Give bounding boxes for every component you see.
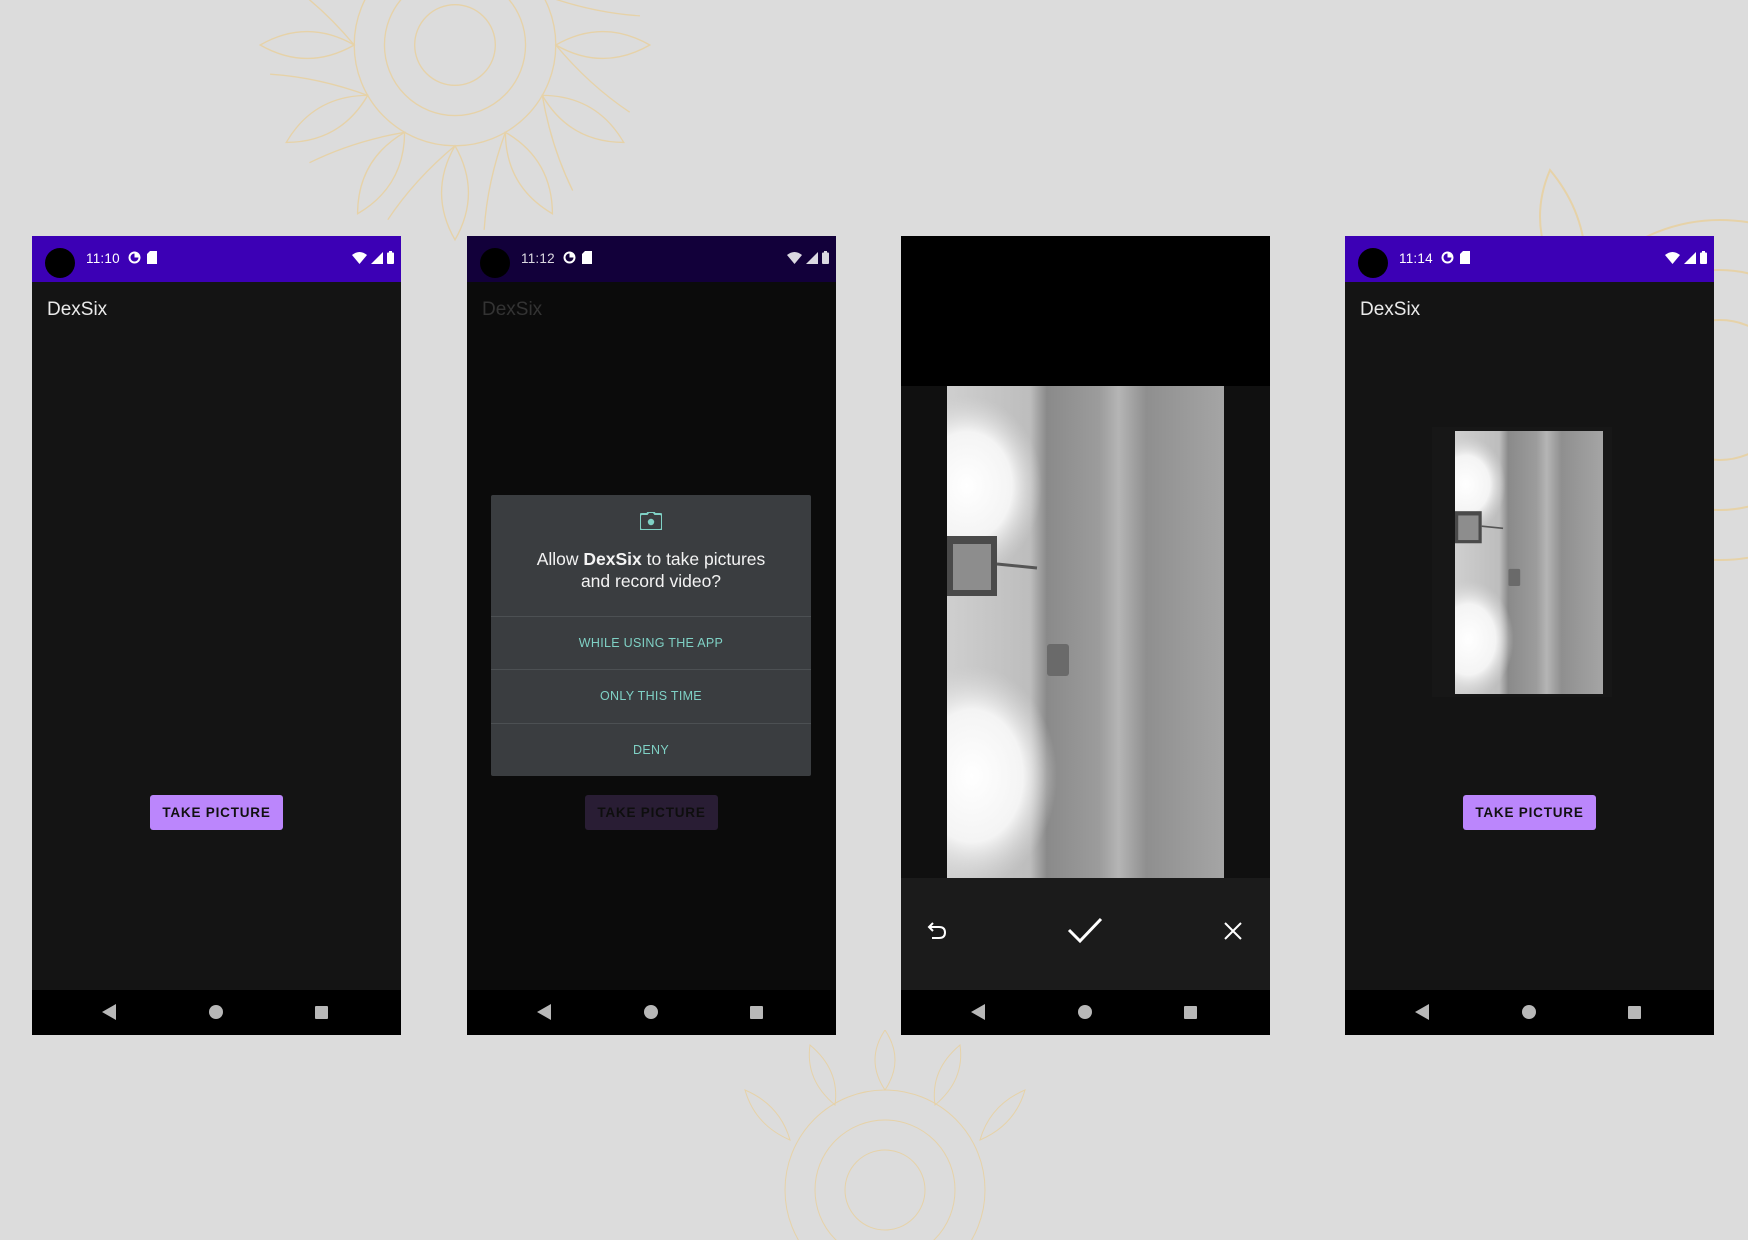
status-time: 11:12 (521, 251, 555, 266)
phone-screen-1: 11:10 DexSix TAKE PICTURE (32, 236, 401, 1035)
recents-icon[interactable] (1628, 1006, 1641, 1019)
sd-card-icon (147, 251, 157, 264)
phone-screen-4: 11:14 DexSix TAKE PICTURE (1345, 236, 1714, 1035)
battery-icon (387, 251, 394, 264)
camera-cutout (45, 248, 75, 278)
status-bar: 11:12 (467, 236, 836, 282)
only-this-time-option[interactable]: ONLY THIS TIME (491, 669, 811, 722)
deny-option[interactable]: DENY (491, 723, 811, 776)
sd-card-icon (1460, 251, 1470, 264)
status-time: 11:10 (86, 251, 120, 266)
camera-controls (901, 878, 1270, 990)
signal-icon (1684, 251, 1696, 264)
home-icon[interactable] (209, 1005, 223, 1019)
mandala-decoration-bottom (744, 1030, 1026, 1240)
data-saver-icon (1441, 251, 1454, 264)
recents-icon[interactable] (750, 1006, 763, 1019)
permission-dialog: Allow DexSix to take pictures and record… (491, 495, 811, 776)
recents-icon[interactable] (1184, 1006, 1197, 1019)
phone-screen-2: 11:12 DexSix TAKE PICTURE Allow DexSix t… (467, 236, 836, 1035)
back-icon[interactable] (1415, 1004, 1429, 1020)
data-saver-icon (563, 251, 576, 264)
while-using-app-option[interactable]: WHILE USING THE APP (491, 616, 811, 669)
status-bar: 11:10 (32, 236, 401, 282)
home-icon[interactable] (644, 1005, 658, 1019)
status-time: 11:14 (1399, 251, 1433, 266)
battery-icon (822, 251, 829, 264)
back-icon[interactable] (971, 1004, 985, 1020)
camera-cutout (1358, 248, 1388, 278)
home-icon[interactable] (1522, 1005, 1536, 1019)
mandala-decoration-top (251, 0, 659, 249)
phone-screen-3 (901, 236, 1270, 1035)
battery-icon (1700, 251, 1707, 264)
wifi-icon (787, 251, 802, 264)
signal-icon (371, 251, 383, 264)
navigation-bar (901, 990, 1270, 1035)
navigation-bar (467, 990, 836, 1035)
status-bar: 11:14 (1345, 236, 1714, 282)
take-picture-button[interactable]: TAKE PICTURE (150, 795, 283, 830)
captured-photo (947, 386, 1224, 878)
app-title: DexSix (47, 299, 108, 320)
cancel-x-icon[interactable] (1224, 922, 1242, 940)
confirm-check-icon[interactable] (1067, 916, 1103, 944)
wifi-icon (352, 251, 367, 264)
home-icon[interactable] (1078, 1005, 1092, 1019)
back-icon[interactable] (102, 1004, 116, 1020)
camera-top-area (901, 236, 1270, 386)
captured-photo-thumbnail (1455, 431, 1603, 694)
app-title: DexSix (1360, 299, 1421, 320)
back-icon[interactable] (537, 1004, 551, 1020)
navigation-bar (32, 990, 401, 1035)
recents-icon[interactable] (315, 1006, 328, 1019)
sd-card-icon (582, 251, 592, 264)
camera-icon (640, 512, 662, 530)
dialog-app-name: DexSix (583, 549, 642, 569)
retake-icon[interactable] (927, 920, 947, 940)
wifi-icon (1665, 251, 1680, 264)
navigation-bar (1345, 990, 1714, 1035)
take-picture-button[interactable]: TAKE PICTURE (1463, 795, 1596, 830)
signal-icon (806, 251, 818, 264)
permission-message: Allow DexSix to take pictures and record… (536, 549, 766, 591)
camera-cutout (480, 248, 510, 278)
data-saver-icon (128, 251, 141, 264)
